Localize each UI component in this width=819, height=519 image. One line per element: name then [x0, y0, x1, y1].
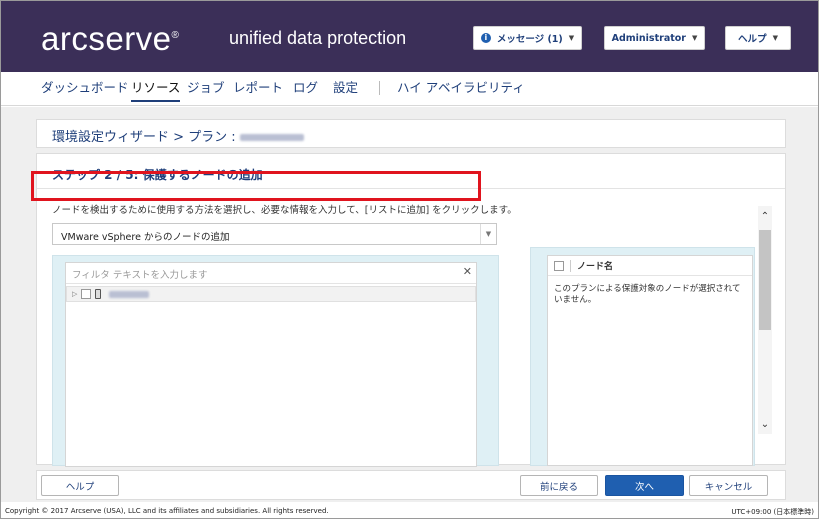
- plan-name-redacted: [239, 134, 304, 141]
- nav-settings[interactable]: 設定: [333, 79, 358, 97]
- server-icon: [95, 289, 102, 299]
- messages-label: メッセージ (1): [496, 34, 563, 45]
- nav-dashboard[interactable]: ダッシュボード: [41, 79, 129, 97]
- add-method-select[interactable]: VMware vSphere からのノードの追加 ▼: [52, 223, 497, 245]
- chevron-down-icon[interactable]: ▼: [480, 224, 496, 244]
- scroll-up-icon[interactable]: ⌃: [758, 210, 772, 224]
- available-nodes-panel: フィルタ テキストを入力します ✕ ▷: [52, 255, 499, 467]
- user-label: Administrator: [611, 32, 686, 44]
- cancel-button[interactable]: キャンセル: [689, 475, 768, 496]
- back-button[interactable]: 前に戻る: [520, 475, 598, 496]
- clear-icon[interactable]: ✕: [463, 265, 472, 278]
- node-name-redacted: [109, 290, 150, 298]
- scroll-down-icon[interactable]: ⌄: [758, 418, 772, 432]
- user-menu-button[interactable]: Administrator ▼: [604, 26, 705, 50]
- breadcrumb-text: 環境設定ウィザード > プラン :: [52, 130, 240, 145]
- select-all-checkbox[interactable]: [554, 260, 564, 271]
- column-divider: [570, 259, 571, 272]
- node-checkbox[interactable]: [81, 289, 92, 299]
- caret-down-icon: ▼: [772, 34, 778, 42]
- caret-down-icon: ▼: [568, 34, 575, 42]
- node-column-label: ノード名: [577, 262, 614, 272]
- copyright-text: Copyright © 2017 Arcserve (USA), LLC and…: [5, 507, 329, 515]
- main-nav: ダッシュボード リソース ジョブ レポート ログ 設定 ハイ アベイラビリティ: [1, 72, 818, 106]
- breadcrumb: 環境設定ウィザード > プラン :: [36, 119, 786, 148]
- selected-nodes-panel: ノード名 このプランによる保護対象のノードが選択されていません。: [530, 247, 755, 466]
- highlight-box: [31, 171, 481, 201]
- nav-jobs[interactable]: ジョブ: [187, 79, 225, 97]
- node-column-header: ノード名: [548, 256, 752, 276]
- instruction-text: ノードを検出するために使用する方法を選択し、必要な情報を入力して、[リストに追加…: [52, 205, 517, 216]
- nav-high-availability[interactable]: ハイ アベイラビリティ: [397, 79, 525, 97]
- product-subtitle: unified data protection: [229, 28, 407, 48]
- add-method-value: VMware vSphere からのノードの追加: [61, 232, 230, 243]
- nav-reports[interactable]: レポート: [233, 79, 283, 97]
- wizard-footer: ヘルプ 前に戻る 次へ キャンセル: [36, 470, 786, 500]
- next-button[interactable]: 次へ: [605, 475, 684, 496]
- filter-placeholder: フィルタ テキストを入力します: [72, 270, 208, 281]
- vertical-scrollbar[interactable]: ⌃ ⌄: [758, 206, 772, 434]
- empty-state-text: このプランによる保護対象のノードが選択されていません。: [554, 284, 741, 305]
- messages-button[interactable]: i メッセージ (1) ▼: [473, 26, 582, 50]
- help-button[interactable]: ヘルプ: [41, 475, 119, 496]
- help-menu-button[interactable]: ヘルプ ▼: [725, 26, 791, 50]
- tree-node-row[interactable]: ▷: [66, 286, 476, 302]
- arcserve-logo: arcserve®: [41, 20, 180, 57]
- nav-resources[interactable]: リソース: [131, 79, 181, 102]
- expand-arrow-icon[interactable]: ▷: [72, 290, 77, 298]
- node-tree: フィルタ テキストを入力します ✕ ▷: [65, 262, 477, 467]
- nav-divider: [379, 81, 380, 95]
- filter-input[interactable]: フィルタ テキストを入力します ✕: [66, 263, 476, 284]
- help-label: ヘルプ: [738, 34, 767, 45]
- caret-down-icon: ▼: [691, 34, 698, 42]
- app-header: arcserve® unified data protection i メッセー…: [1, 1, 818, 72]
- info-icon: i: [480, 33, 491, 43]
- nav-logs[interactable]: ログ: [293, 79, 318, 97]
- scroll-thumb[interactable]: [759, 230, 771, 330]
- content-area: 環境設定ウィザード > プラン : ステップ 2 / 5: 保護するノードの追加…: [1, 107, 818, 502]
- selected-nodes-list: ノード名 このプランによる保護対象のノードが選択されていません。: [547, 255, 753, 466]
- timezone-text: UTC+09:00 (日本標準時): [731, 508, 814, 516]
